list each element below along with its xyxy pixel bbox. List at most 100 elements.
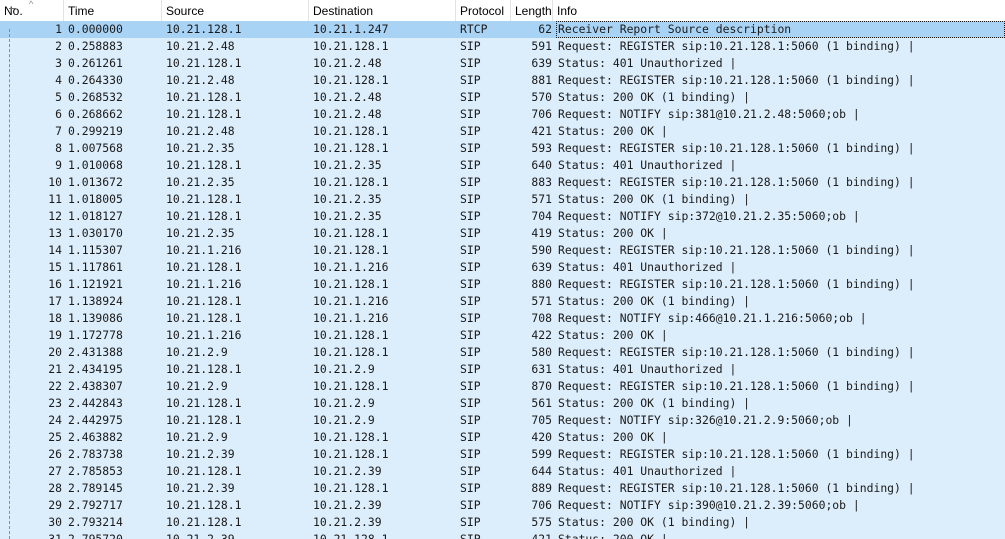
column-header-time[interactable]: Time [64,0,162,21]
packet-time: 0.299219 [68,124,123,138]
packet-info: Request: REGISTER sip:10.21.128.1:5060 (… [558,175,915,189]
packet-protocol: SIP [460,192,481,206]
table-row[interactable]: 28 2.789145 10.21.2.39 10.21.128.1 SIP 889 Req… [0,480,1005,497]
table-row[interactable]: 5 0.268532 10.21.128.1 10.21.2.48 SIP 570 Stat… [0,89,1005,106]
packet-length: 640 [531,158,552,172]
packet-source: 10.21.2.48 [166,73,235,87]
packet-info: Status: 401 Unauthorized | [558,260,737,274]
packet-time: 1.117861 [68,260,123,274]
packet-source: 10.21.128.1 [166,311,242,325]
table-row[interactable]: 2 0.258883 10.21.2.48 10.21.128.1 SIP 591 Requ… [0,38,1005,55]
table-row[interactable]: 16 1.121921 10.21.1.216 10.21.128.1 SIP 880 Re… [0,276,1005,293]
packet-info: Status: 200 OK (1 binding) | [558,515,751,529]
packet-info: Request: REGISTER sip:10.21.128.1:5060 (… [558,481,915,495]
table-row[interactable]: 20 2.431388 10.21.2.9 10.21.128.1 SIP 580 Requ… [0,344,1005,361]
packet-destination: 10.21.1.247 [313,22,389,36]
column-header-length[interactable]: Length [511,0,553,21]
column-header-source[interactable]: Source [162,0,309,21]
packet-destination: 10.21.1.216 [313,294,389,308]
table-row[interactable]: 26 2.783738 10.21.2.39 10.21.128.1 SIP 599 Req… [0,446,1005,463]
packet-source: 10.21.128.1 [166,362,242,376]
table-row[interactable]: 19 1.172778 10.21.1.216 10.21.128.1 SIP 422 St… [0,327,1005,344]
column-header-no[interactable]: No. ^ [0,0,64,21]
table-row[interactable]: 1 0.000000 10.21.128.1 10.21.1.247 RTCP 62 Rec… [0,21,1005,38]
table-row[interactable]: 21 2.434195 10.21.128.1 10.21.2.9 SIP 631 Stat… [0,361,1005,378]
packet-length: 705 [531,413,552,427]
packet-destination: 10.21.128.1 [313,430,389,444]
packet-source: 10.21.2.39 [166,532,235,539]
packet-length: 571 [531,192,552,206]
packet-info: Request: REGISTER sip:10.21.128.1:5060 (… [558,345,915,359]
packet-source: 10.21.128.1 [166,90,242,104]
column-header-protocol-label: Protocol [460,4,505,18]
table-row[interactable]: 12 1.018127 10.21.128.1 10.21.2.35 SIP 704 Req… [0,208,1005,225]
packet-source: 10.21.128.1 [166,413,242,427]
table-row[interactable]: 11 1.018005 10.21.128.1 10.21.2.35 SIP 571 Sta… [0,191,1005,208]
table-row[interactable]: 3 0.261261 10.21.128.1 10.21.2.48 SIP 639 Stat… [0,55,1005,72]
packet-info: Request: REGISTER sip:10.21.128.1:5060 (… [558,447,915,461]
table-row[interactable]: 25 2.463882 10.21.2.9 10.21.128.1 SIP 420 Stat… [0,429,1005,446]
packet-destination: 10.21.128.1 [313,345,389,359]
packet-protocol: SIP [460,277,481,291]
packet-time: 2.463882 [68,430,123,444]
packet-length: 575 [531,515,552,529]
column-header-info-label: Info [557,4,578,18]
table-row[interactable]: 24 2.442975 10.21.128.1 10.21.2.9 SIP 705 Requ… [0,412,1005,429]
table-row[interactable]: 22 2.438307 10.21.2.9 10.21.128.1 SIP 870 Requ… [0,378,1005,395]
packet-destination: 10.21.2.39 [313,515,382,529]
packet-length: 880 [531,277,552,291]
packet-info: Status: 200 OK | [558,532,668,539]
table-row[interactable]: 13 1.030170 10.21.2.35 10.21.128.1 SIP 419 Sta… [0,225,1005,242]
table-row[interactable]: 10 1.013672 10.21.2.35 10.21.128.1 SIP 883 Req… [0,174,1005,191]
packet-length: 708 [531,311,552,325]
table-row[interactable]: 9 1.010068 10.21.128.1 10.21.2.35 SIP 640 Stat… [0,157,1005,174]
table-row[interactable]: 17 1.138924 10.21.128.1 10.21.1.216 SIP 571 St… [0,293,1005,310]
table-row[interactable]: 15 1.117861 10.21.128.1 10.21.1.216 SIP 639 St… [0,259,1005,276]
packet-source: 10.21.128.1 [166,192,242,206]
table-row[interactable]: 18 1.139086 10.21.128.1 10.21.1.216 SIP 708 Re… [0,310,1005,327]
column-header-destination[interactable]: Destination [309,0,456,21]
table-row[interactable]: 14 1.115307 10.21.1.216 10.21.128.1 SIP 590 Re… [0,242,1005,259]
packet-length: 571 [531,294,552,308]
table-row[interactable]: 29 2.792717 10.21.128.1 10.21.2.39 SIP 706 Req… [0,497,1005,514]
packet-time: 1.172778 [68,328,123,342]
packet-info: Status: 200 OK (1 binding) | [558,396,751,410]
packet-time: 2.434195 [68,362,123,376]
column-header-source-label: Source [166,4,205,18]
packet-source: 10.21.128.1 [166,498,242,512]
packet-destination: 10.21.2.35 [313,209,382,223]
packet-destination: 10.21.1.216 [313,260,389,274]
packet-length: 590 [531,243,552,257]
packet-time: 1.138924 [68,294,123,308]
packet-protocol: SIP [460,209,481,223]
column-header-info[interactable]: Info [553,0,1005,21]
table-row[interactable]: 7 0.299219 10.21.2.48 10.21.128.1 SIP 421 Stat… [0,123,1005,140]
packet-length: 421 [531,532,552,539]
table-row[interactable]: 23 2.442843 10.21.128.1 10.21.2.9 SIP 561 Stat… [0,395,1005,412]
table-row[interactable]: 4 0.264330 10.21.2.48 10.21.128.1 SIP 881 Requ… [0,72,1005,89]
table-row[interactable]: 6 0.268662 10.21.128.1 10.21.2.48 SIP 706 Requ… [0,106,1005,123]
packet-destination: 10.21.2.35 [313,158,382,172]
table-row[interactable]: 27 2.785853 10.21.128.1 10.21.2.39 SIP 644 Sta… [0,463,1005,480]
packet-source: 10.21.2.35 [166,141,235,155]
column-header-destination-label: Destination [313,4,374,18]
packet-info: Status: 200 OK | [558,430,668,444]
table-row[interactable]: 30 2.793214 10.21.128.1 10.21.2.39 SIP 575 Sta… [0,514,1005,531]
packet-length: 593 [531,141,552,155]
table-row[interactable]: 8 1.007568 10.21.2.35 10.21.128.1 SIP 593 Requ… [0,140,1005,157]
packet-info: Status: 200 OK | [558,328,668,342]
packet-info: Request: REGISTER sip:10.21.128.1:5060 (… [558,243,915,257]
packet-source: 10.21.2.9 [166,345,228,359]
table-row[interactable]: 31 2.795720 10.21.2.39 10.21.128.1 SIP 421 Sta… [0,531,1005,539]
packet-protocol: SIP [460,226,481,240]
packet-length: 870 [531,379,552,393]
column-header-protocol[interactable]: Protocol [456,0,511,21]
packet-destination: 10.21.128.1 [313,379,389,393]
packet-list-header: No. ^ Time Source Destination Protocol L… [0,0,1005,22]
packet-destination: 10.21.128.1 [313,39,389,53]
packet-destination: 10.21.2.9 [313,362,375,376]
packet-destination: 10.21.128.1 [313,481,389,495]
packet-time: 2.442975 [68,413,123,427]
packet-info: Status: 200 OK (1 binding) | [558,294,751,308]
packet-protocol: SIP [460,294,481,308]
